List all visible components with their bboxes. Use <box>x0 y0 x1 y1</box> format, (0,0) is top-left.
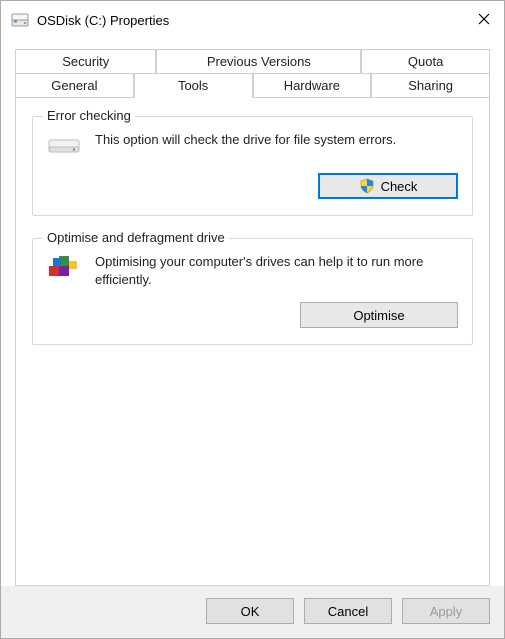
drive-icon <box>11 11 29 29</box>
tab-general[interactable]: General <box>15 73 134 98</box>
tab-security[interactable]: Security <box>15 49 156 74</box>
ok-button[interactable]: OK <box>206 598 294 624</box>
apply-button[interactable]: Apply <box>402 598 490 624</box>
tab-quota[interactable]: Quota <box>361 49 490 74</box>
dialog-footer: OK Cancel Apply <box>1 586 504 638</box>
tab-strip: Security Previous Versions Quota General… <box>15 49 490 98</box>
cancel-button[interactable]: Cancel <box>304 598 392 624</box>
optimise-label: Optimise and defragment drive <box>43 230 229 245</box>
content-area: Security Previous Versions Quota General… <box>1 39 504 586</box>
optimise-group: Optimise and defragment drive Optimising… <box>32 238 473 345</box>
optimise-text: Optimising your computer's drives can he… <box>95 253 458 288</box>
check-button[interactable]: Check <box>318 173 458 199</box>
tab-sharing[interactable]: Sharing <box>371 73 490 98</box>
defrag-icon <box>47 253 81 281</box>
tab-tools[interactable]: Tools <box>134 73 253 98</box>
tab-hardware[interactable]: Hardware <box>253 73 372 98</box>
error-checking-label: Error checking <box>43 108 135 123</box>
uac-shield-icon <box>359 178 375 194</box>
optimise-button[interactable]: Optimise <box>300 302 458 328</box>
titlebar: OSDisk (C:) Properties <box>1 1 504 39</box>
tab-panel-tools: Error checking This option will check th… <box>15 98 490 586</box>
check-button-label: Check <box>381 179 418 194</box>
window-title: OSDisk (C:) Properties <box>37 13 474 28</box>
close-button[interactable] <box>474 13 494 28</box>
drive-check-icon <box>47 131 81 159</box>
tab-previous-versions[interactable]: Previous Versions <box>156 49 361 74</box>
optimise-button-label: Optimise <box>353 308 404 323</box>
error-checking-text: This option will check the drive for fil… <box>95 131 458 149</box>
error-checking-group: Error checking This option will check th… <box>32 116 473 216</box>
